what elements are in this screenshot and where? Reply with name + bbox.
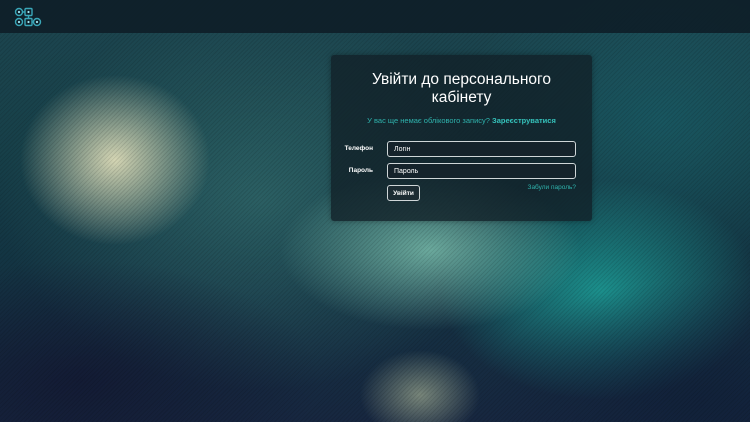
no-account-text: У вас ще немає облікового запису?: [367, 116, 490, 125]
forgot-password-link[interactable]: Забули пароль?: [528, 184, 576, 191]
network-devices-logo-icon[interactable]: [14, 6, 42, 28]
login-button[interactable]: Увійти: [387, 185, 420, 201]
login-card: Увійти до персонального кабінету У вас щ…: [331, 55, 592, 221]
password-label: Пароль: [348, 167, 373, 174]
login-page: Увійти до персонального кабінету У вас щ…: [0, 0, 750, 422]
signup-prompt: У вас ще немає облікового запису? Зареєс…: [331, 116, 592, 125]
register-link[interactable]: Зареєструватися: [492, 116, 556, 125]
phone-label: Телефон: [344, 145, 373, 152]
login-title: Увійти до персонального кабінету: [372, 71, 551, 106]
login-input[interactable]: [387, 141, 576, 157]
password-input[interactable]: [387, 163, 576, 179]
top-navigation-bar: [0, 0, 750, 33]
